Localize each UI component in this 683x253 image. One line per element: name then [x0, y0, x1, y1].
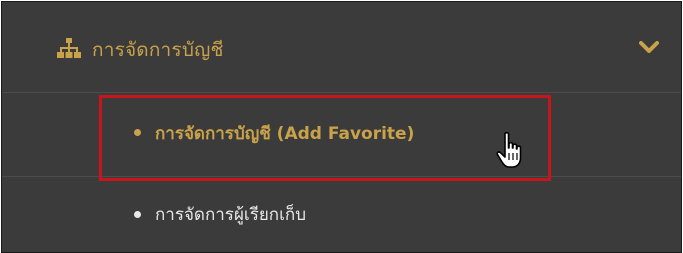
hand-pointer-icon	[496, 131, 522, 168]
submenu-item-biller-management[interactable]: การจัดการผู้เรียกเก็บ	[2, 177, 681, 252]
menu-group-account-management[interactable]: การจัดการบัญชี	[2, 2, 681, 92]
chevron-down-icon[interactable]	[639, 40, 659, 54]
submenu-item-label: การจัดการผู้เรียกเก็บ	[155, 205, 306, 225]
sidebar-menu-panel: การจัดการบัญชี การจัดการบัญชี (Add Favor…	[1, 1, 682, 253]
menu-group-label: การจัดการบัญชี	[92, 39, 224, 61]
highlight-annotation-box	[99, 95, 551, 181]
sitemap-icon	[57, 38, 81, 58]
bullet-icon	[134, 211, 141, 218]
